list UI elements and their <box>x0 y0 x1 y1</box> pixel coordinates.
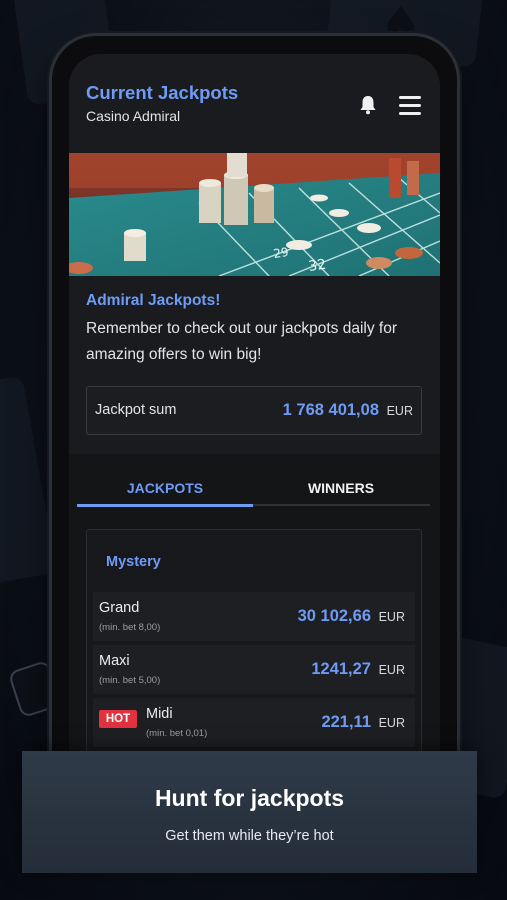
jackpot-name: Grand <box>99 600 140 616</box>
app-screen: Current Jackpots Casino Admiral 32 29 Ad… <box>69 54 440 784</box>
hot-badge: HOT <box>99 710 137 728</box>
tab-winners[interactable]: WINNERS <box>253 480 429 496</box>
hamburger-menu-icon[interactable] <box>399 96 421 115</box>
roulette-table-image: 32 29 <box>69 153 440 276</box>
jackpot-min-bet: (min. bet 0,01) <box>146 728 208 739</box>
page-title: Current Jackpots <box>86 82 239 103</box>
svg-text:32: 32 <box>307 257 327 275</box>
jackpot-row-midi[interactable]: HOT Midi (min. bet 0,01) 221,11 EUR <box>93 698 415 747</box>
jackpot-value: 30 102,66 <box>297 607 371 625</box>
jackpot-sum-label: Jackpot sum <box>95 402 177 418</box>
jackpot-currency: EUR <box>378 716 405 730</box>
jackpot-sum-value: 1 768 401,08 <box>282 401 379 419</box>
tab-jackpots[interactable]: JACKPOTS <box>77 480 253 496</box>
app-header: Current Jackpots Casino Admiral <box>69 54 440 154</box>
promo-title: Admiral Jackpots! <box>86 292 221 309</box>
casino-name: Casino Admiral <box>86 108 181 124</box>
jackpot-value: 221,11 <box>321 713 371 731</box>
jackpot-sum-box: Jackpot sum 1 768 401,08 EUR <box>86 386 422 435</box>
promo-text: Remember to check out our jackpots daily… <box>86 320 397 363</box>
jackpot-min-bet: (min. bet 5,00) <box>99 675 161 686</box>
jackpot-name: Maxi <box>99 653 130 669</box>
jackpot-name: Midi <box>146 706 173 722</box>
banner-title: Hunt for jackpots <box>154 785 345 811</box>
banner-subtitle: Get them while they’re hot <box>165 828 334 844</box>
jackpot-row-maxi[interactable]: Maxi (min. bet 5,00) 1241,27 EUR <box>93 645 415 694</box>
background-card <box>0 375 57 585</box>
jackpot-min-bet: (min. bet 8,00) <box>99 622 161 633</box>
jackpot-currency: EUR <box>378 663 405 677</box>
jackpot-row-grand[interactable]: Grand (min. bet 8,00) 30 102,66 EUR <box>93 592 415 641</box>
bell-icon[interactable] <box>359 95 377 115</box>
jackpot-tabs-section: JACKPOTS WINNERS Mystery Grand (min. bet… <box>69 454 440 784</box>
jackpot-currency: EUR <box>378 610 405 624</box>
jackpot-value: 1241,27 <box>311 660 371 678</box>
jackpot-group-title: Mystery <box>106 554 161 570</box>
active-tab-indicator <box>77 504 253 507</box>
jackpot-group-panel: Mystery Grand (min. bet 8,00) 30 102,66 … <box>86 529 422 784</box>
svg-text:29: 29 <box>272 245 289 261</box>
phone-mockup: Current Jackpots Casino Admiral 32 29 Ad… <box>52 36 457 796</box>
promo-banner: Hunt for jackpots Get them while they’re… <box>22 751 477 873</box>
jackpot-sum-currency: EUR <box>386 404 413 418</box>
